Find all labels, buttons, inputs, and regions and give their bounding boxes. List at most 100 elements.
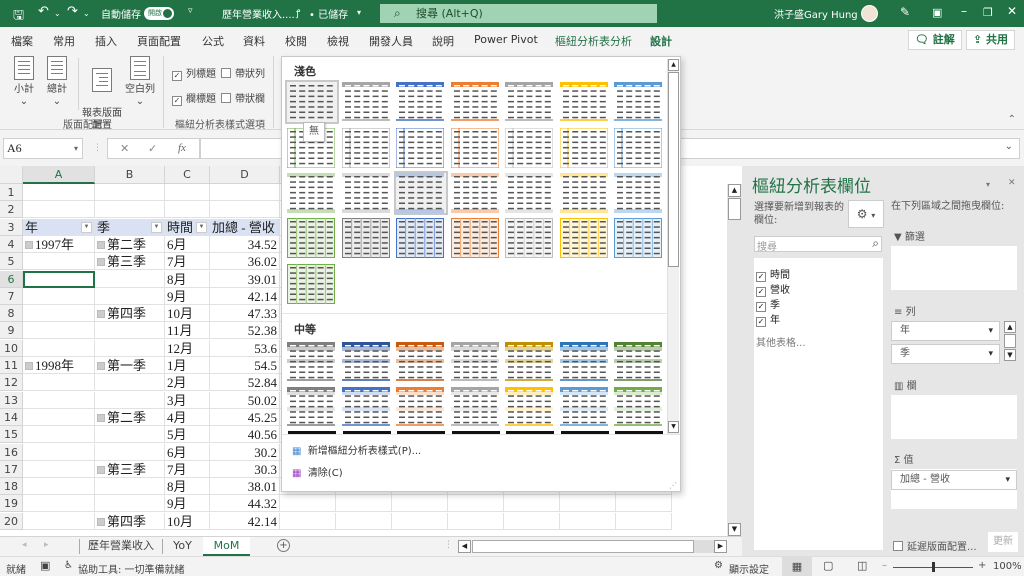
name-box[interactable]: A6 ▾ <box>3 138 83 159</box>
style-light-22[interactable] <box>287 218 337 258</box>
pivot-value-cell[interactable]: 42.14 <box>210 512 280 530</box>
style-light-4[interactable] <box>451 82 501 122</box>
style-light-5[interactable] <box>505 82 555 122</box>
pivot-value-cell[interactable]: 38.01 <box>210 478 280 496</box>
tab-developer[interactable]: 開發人員 <box>369 33 413 49</box>
pivot-month-cell[interactable]: 7月 <box>165 460 210 478</box>
cell[interactable] <box>95 426 165 444</box>
cell[interactable] <box>336 495 392 513</box>
values-item-sum-revenue[interactable]: 加總 - 營收 <box>891 470 1017 490</box>
share-button[interactable]: ⇪ 共用 <box>966 30 1016 50</box>
cell[interactable] <box>95 443 165 461</box>
pivot-quarter-cell[interactable]: 第四季 <box>95 305 165 323</box>
cell[interactable] <box>560 512 616 530</box>
cell[interactable] <box>23 478 95 496</box>
banded-columns-checkbox[interactable]: 帶狀欄 <box>221 90 265 105</box>
style-medium-11[interactable] <box>451 387 501 427</box>
cell[interactable] <box>392 512 448 530</box>
new-pivot-style-menu-item[interactable]: ▦ 新增樞紐分析表樣式(P)... <box>292 442 421 457</box>
pivot-value-cell[interactable]: 30.3 <box>210 460 280 478</box>
tab-data[interactable]: 資料 <box>243 33 265 49</box>
cell[interactable] <box>23 391 95 409</box>
pivot-year-cell[interactable]: 1997年 <box>23 235 95 253</box>
field-search-input[interactable]: 搜尋 ⌕ <box>754 236 882 253</box>
cell[interactable] <box>210 201 280 219</box>
pivot-month-cell[interactable]: 7月 <box>165 253 210 271</box>
cell[interactable] <box>165 201 210 219</box>
cell[interactable] <box>280 495 336 513</box>
field-quarter-checkbox[interactable]: ✓ 季 <box>756 296 780 312</box>
style-medium-3[interactable] <box>396 342 446 382</box>
cell[interactable] <box>392 495 448 513</box>
pivot-quarter-cell[interactable]: 第二季 <box>95 235 165 253</box>
style-medium-2[interactable] <box>342 342 392 382</box>
pivot-value-cell[interactable]: 36.02 <box>210 253 280 271</box>
undo-icon[interactable]: ↶ <box>38 4 49 19</box>
tab-file[interactable]: 檔案 <box>11 33 33 49</box>
rows-scroll-thumb[interactable] <box>1004 334 1016 348</box>
gallery-scroll-up-icon[interactable]: ▲ <box>668 59 679 71</box>
blank-rows-button[interactable]: 空白列 ⌄ <box>124 56 156 108</box>
cell[interactable] <box>23 426 95 444</box>
cell[interactable] <box>616 512 672 530</box>
tab-insert[interactable]: 插入 <box>95 33 117 49</box>
cell[interactable] <box>95 339 165 357</box>
cell[interactable] <box>95 287 165 305</box>
zoom-level[interactable]: 100% <box>993 561 1022 572</box>
vertical-scrollbar[interactable]: ▲ ▼ <box>727 184 742 536</box>
column-headers-checkbox[interactable]: ✓ 欄標題 <box>172 90 216 106</box>
more-tables-link[interactable]: 其他表格... <box>756 334 806 349</box>
cell[interactable] <box>280 512 336 530</box>
collapse-icon[interactable] <box>97 517 105 526</box>
row-headers-checkbox[interactable]: ✓ 列標題 <box>172 65 216 81</box>
column-header-b[interactable]: B <box>95 166 165 184</box>
collapse-icon[interactable] <box>97 258 105 267</box>
pane-close-icon[interactable]: ✕ <box>1008 178 1016 188</box>
pivot-value-cell[interactable]: 54.5 <box>210 357 280 374</box>
cell[interactable] <box>23 287 95 305</box>
minimize-icon[interactable]: – <box>961 4 967 18</box>
filters-drop-area[interactable] <box>891 246 1017 290</box>
cell[interactable] <box>504 495 560 513</box>
cell[interactable] <box>95 322 165 340</box>
style-light-23[interactable] <box>342 218 392 258</box>
pivot-value-cell[interactable]: 52.38 <box>210 322 280 340</box>
zoom-out-icon[interactable]: – <box>882 560 887 571</box>
pivot-month-cell[interactable]: 8月 <box>165 478 210 496</box>
collapse-ribbon-icon[interactable]: ⌃ <box>1008 114 1016 125</box>
row-header-13[interactable]: 13 <box>0 391 23 409</box>
cell[interactable] <box>23 322 95 340</box>
style-light-27[interactable] <box>560 218 610 258</box>
page-layout-view-icon[interactable]: ▢ <box>823 559 833 572</box>
style-medium-5[interactable] <box>505 342 555 382</box>
pivot-month-cell[interactable]: 4月 <box>165 408 210 426</box>
avatar[interactable] <box>861 5 878 22</box>
tab-power-pivot[interactable]: Power Pivot <box>474 33 538 46</box>
row-header-19[interactable]: 19 <box>0 495 23 513</box>
style-light-3[interactable] <box>396 82 446 122</box>
style-light-10[interactable] <box>396 128 446 168</box>
pivot-month-cell[interactable]: 6月 <box>165 235 210 253</box>
cell[interactable] <box>23 253 95 271</box>
style-light-24[interactable] <box>396 218 446 258</box>
style-light-12[interactable] <box>505 128 555 168</box>
cell[interactable] <box>23 339 95 357</box>
pivot-month-cell[interactable]: 9月 <box>165 287 210 305</box>
style-light-17[interactable] <box>394 171 448 215</box>
field-time-checkbox[interactable]: ✓ 時間 <box>756 266 790 282</box>
pen-icon[interactable]: ✎ <box>900 5 910 19</box>
name-box-dropdown-icon[interactable]: ▾ <box>74 139 78 158</box>
pivot-quarter-cell[interactable]: 第四季 <box>95 512 165 530</box>
splitter-grip-icon[interactable]: ⋮ <box>444 540 453 550</box>
cell[interactable] <box>23 443 95 461</box>
row-header-7[interactable]: 7 <box>0 287 23 305</box>
pivot-value-cell[interactable]: 50.02 <box>210 391 280 409</box>
pivot-value-cell[interactable]: 44.32 <box>210 495 280 513</box>
style-light-6[interactable] <box>560 82 610 122</box>
pivot-month-cell[interactable]: 10月 <box>165 512 210 530</box>
tab-page-layout[interactable]: 頁面配置 <box>137 33 181 49</box>
style-medium-7[interactable] <box>614 342 664 382</box>
redo-icon[interactable]: ↷ <box>67 4 78 19</box>
row-header-17[interactable]: 17 <box>0 460 23 478</box>
pivot-header-cell[interactable]: ▼ 季 <box>95 218 165 236</box>
